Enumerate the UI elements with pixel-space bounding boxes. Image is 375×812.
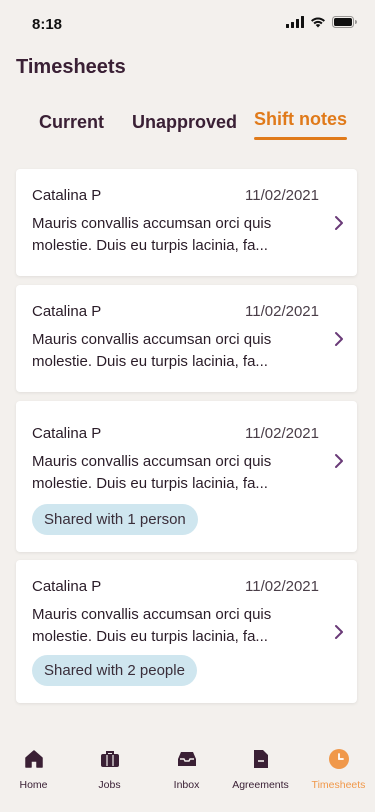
nav-label: Home xyxy=(19,779,48,791)
tab-label: Shift notes xyxy=(254,109,347,129)
page-title: Timesheets xyxy=(16,56,126,78)
shared-badge: Shared with 1 person xyxy=(32,504,198,535)
card-date: 11/02/2021 xyxy=(245,578,319,595)
tab-label: Current xyxy=(39,112,105,132)
card-date: 11/02/2021 xyxy=(245,187,319,204)
shared-badge: Shared with 2 people xyxy=(32,655,197,686)
card-author: Catalina P xyxy=(32,187,102,204)
nav-item-inbox[interactable]: Inbox xyxy=(149,748,224,791)
chevron-right-icon xyxy=(335,216,343,230)
tab-bar: Current Unapproved Shift notes xyxy=(0,109,375,148)
nav-label: Agreements xyxy=(232,779,289,791)
card-author: Catalina P xyxy=(32,303,102,320)
status-time: 8:18 xyxy=(32,16,63,33)
card-preview-text: Mauris convallis accumsan orci quis mole… xyxy=(32,331,272,370)
shift-note-card[interactable]: Catalina P 11/02/2021 Mauris convallis a… xyxy=(16,401,357,552)
nav-label: Timesheets xyxy=(311,779,366,791)
clock-icon xyxy=(328,749,349,769)
chevron-right-icon xyxy=(335,625,343,639)
briefcase-icon xyxy=(100,751,119,767)
tab-current[interactable]: Current xyxy=(39,112,104,133)
nav-item-jobs[interactable]: Jobs xyxy=(72,748,147,791)
nav-item-timesheets[interactable]: Timesheets xyxy=(301,748,375,791)
card-author: Catalina P xyxy=(32,578,102,595)
wifi-icon xyxy=(311,17,325,28)
tab-shift-notes[interactable]: Shift notes xyxy=(254,109,347,140)
home-icon xyxy=(24,750,43,768)
nav-item-home[interactable]: Home xyxy=(0,748,71,791)
card-preview-text: Mauris convallis accumsan orci quis mole… xyxy=(32,606,272,645)
cellular-signal-icon xyxy=(286,16,304,28)
tab-label: Unapproved xyxy=(132,112,238,132)
nav-label: Jobs xyxy=(98,779,121,791)
card-date: 11/02/2021 xyxy=(245,303,319,320)
nav-label: Inbox xyxy=(173,779,200,791)
document-icon xyxy=(253,750,268,768)
card-author: Catalina P xyxy=(32,425,102,442)
shift-note-card[interactable]: Catalina P 11/02/2021 Mauris convallis a… xyxy=(16,285,357,392)
card-date: 11/02/2021 xyxy=(245,425,319,442)
inbox-icon xyxy=(177,752,196,766)
chevron-right-icon xyxy=(335,454,343,468)
bottom-nav: Home Jobs Inbox Agreements Timesheets xyxy=(0,728,375,812)
chevron-right-icon xyxy=(335,332,343,346)
card-preview-text: Mauris convallis accumsan orci quis mole… xyxy=(32,215,272,254)
shift-note-card[interactable]: Catalina P 11/02/2021 Mauris convallis a… xyxy=(16,169,357,276)
status-icons xyxy=(286,16,357,28)
shift-note-card[interactable]: Catalina P 11/02/2021 Mauris convallis a… xyxy=(16,560,357,703)
tab-unapproved[interactable]: Unapproved xyxy=(132,112,237,133)
status-bar: 8:18 xyxy=(0,0,375,50)
card-preview-text: Mauris convallis accumsan orci quis mole… xyxy=(32,453,272,492)
active-tab-indicator xyxy=(254,137,347,140)
battery-icon xyxy=(332,16,357,28)
nav-item-agreements[interactable]: Agreements xyxy=(223,748,298,791)
